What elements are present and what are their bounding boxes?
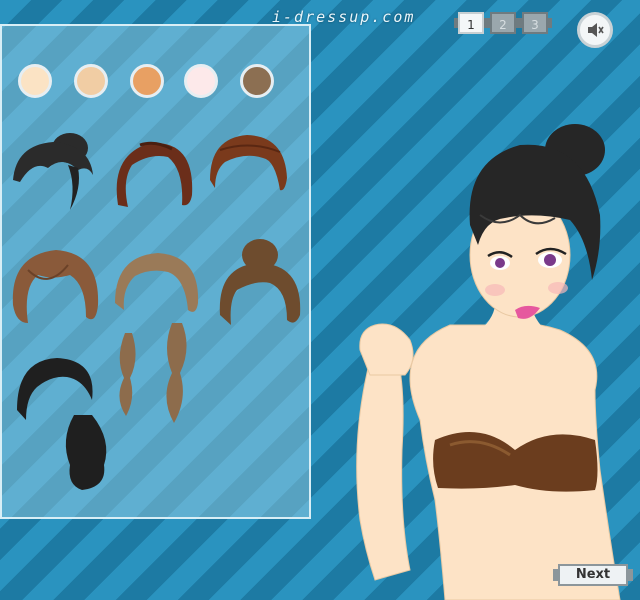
doll-character bbox=[356, 124, 621, 600]
hair-option-black-bun[interactable] bbox=[8, 130, 98, 215]
step-navigator: 1 2 3 bbox=[454, 12, 552, 34]
speaker-mute-icon bbox=[588, 23, 604, 37]
sound-toggle-button[interactable] bbox=[577, 12, 613, 48]
hair-option-ash-brown-waves[interactable] bbox=[110, 248, 205, 428]
hair-option-brown-swept[interactable] bbox=[205, 130, 290, 195]
skin-tone-swatch-4[interactable] bbox=[184, 64, 218, 98]
hair-option-black-side-ponytail[interactable] bbox=[12, 355, 117, 495]
hair-option-brown-updo[interactable] bbox=[215, 235, 305, 330]
skin-tone-swatch-1[interactable] bbox=[18, 64, 52, 98]
skin-tone-swatch-3[interactable] bbox=[130, 64, 164, 98]
step-1-button[interactable]: 1 bbox=[454, 12, 488, 34]
step-3-button[interactable]: 3 bbox=[518, 12, 552, 34]
step-2-button[interactable]: 2 bbox=[486, 12, 520, 34]
skin-tone-swatch-2[interactable] bbox=[74, 64, 108, 98]
game-stage: i-dressup.com 1 2 3 Next bbox=[0, 0, 640, 600]
skin-tone-swatch-5[interactable] bbox=[240, 64, 274, 98]
next-button[interactable]: Next bbox=[553, 564, 633, 586]
hair-option-auburn-bob[interactable] bbox=[110, 135, 200, 210]
hair-option-light-brown-shag[interactable] bbox=[8, 245, 103, 330]
